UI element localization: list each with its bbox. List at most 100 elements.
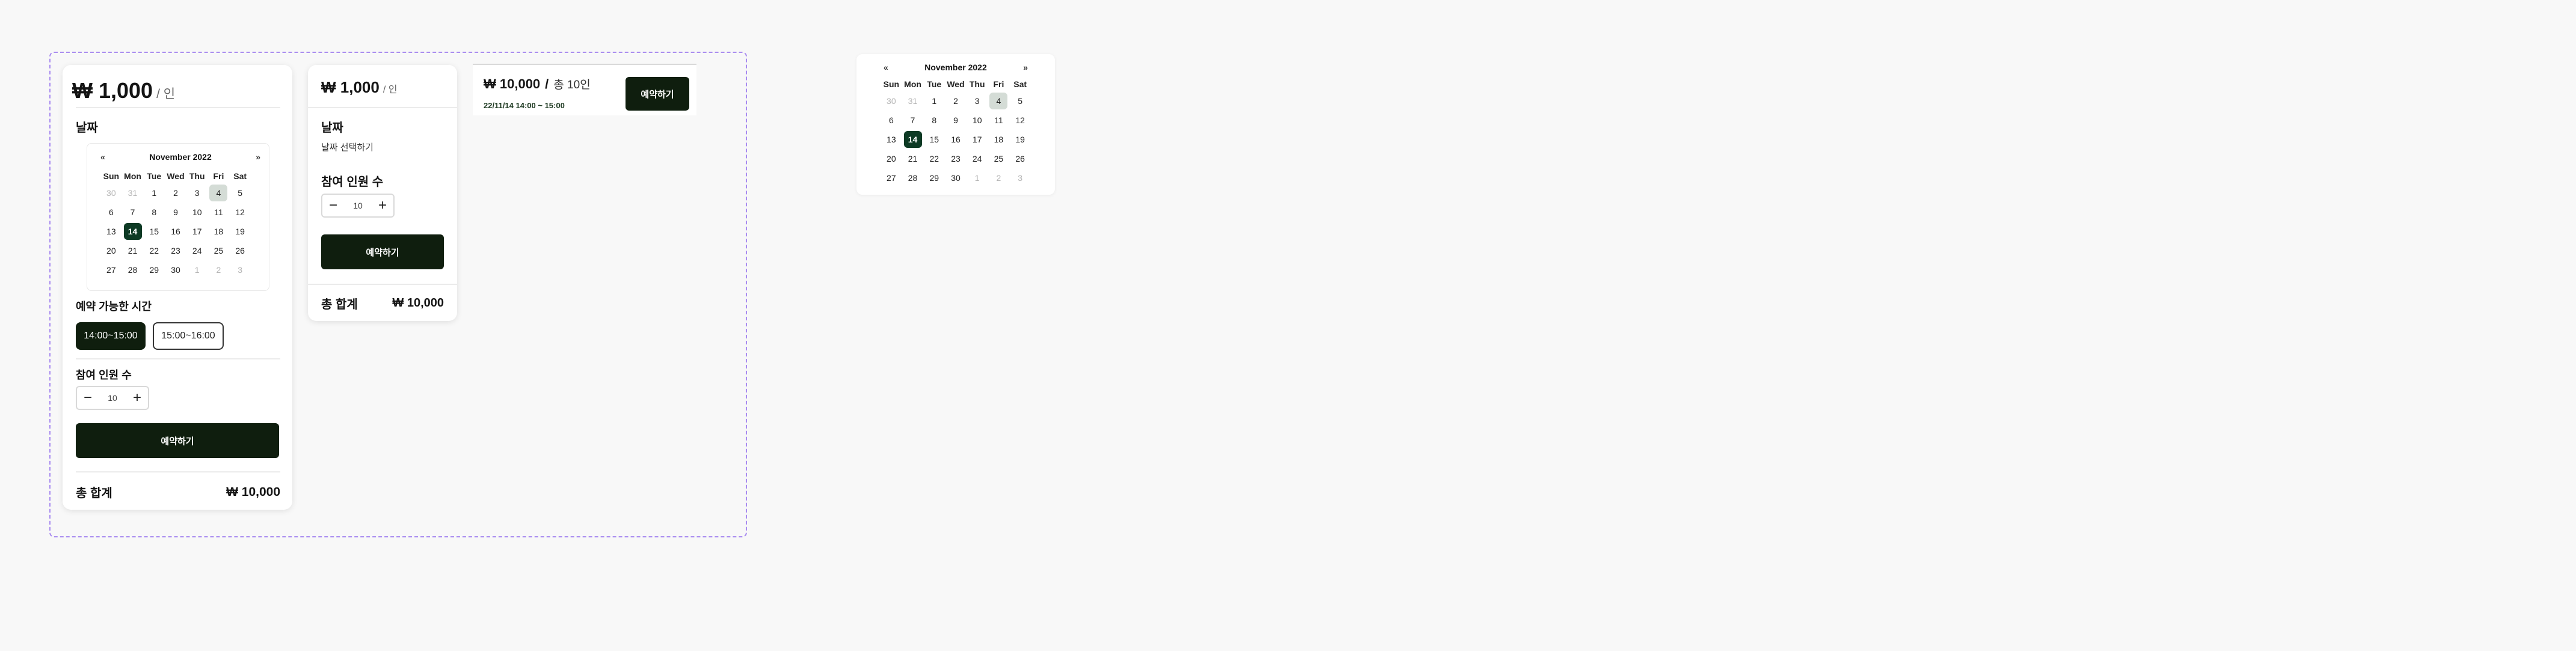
calendar-day[interactable]: 3 bbox=[1011, 170, 1029, 186]
calendar-day[interactable]: 10 bbox=[968, 112, 986, 129]
book-button[interactable]: 예약하기 bbox=[321, 234, 444, 269]
calendar-day[interactable]: 7 bbox=[904, 112, 922, 129]
calendar-day-selected[interactable]: 14 bbox=[123, 223, 142, 240]
calendar-day[interactable]: 6 bbox=[882, 112, 900, 129]
book-button[interactable]: 예약하기 bbox=[76, 423, 279, 458]
calendar-day[interactable]: 3 bbox=[188, 185, 206, 201]
calendar-cell: 13 bbox=[881, 130, 902, 149]
calendar-day[interactable]: 11 bbox=[989, 112, 1007, 129]
calendar-day[interactable]: 12 bbox=[1011, 112, 1029, 129]
total-row: 총 합계 ₩ 10,000 bbox=[76, 483, 280, 501]
calendar-cell: 2 bbox=[165, 183, 186, 203]
calendar-day[interactable]: 17 bbox=[968, 131, 986, 148]
calendar-day[interactable]: 15 bbox=[145, 223, 163, 240]
calendar-day[interactable]: 26 bbox=[1011, 150, 1029, 167]
calendar-day[interactable]: 1 bbox=[145, 185, 163, 201]
calendar-day-today[interactable]: 4 bbox=[209, 185, 228, 201]
calendar-day[interactable]: 27 bbox=[102, 261, 120, 278]
calendar-day[interactable]: 30 bbox=[882, 93, 900, 109]
calendar-day[interactable]: 18 bbox=[209, 223, 227, 240]
calendar-cell: 13 bbox=[100, 222, 122, 241]
calendar-day[interactable]: 25 bbox=[209, 242, 227, 259]
calendar-cell: 5 bbox=[1009, 91, 1031, 111]
calendar-day[interactable]: 28 bbox=[124, 261, 142, 278]
calendar-day[interactable]: 7 bbox=[124, 204, 142, 221]
calendar-day[interactable]: 31 bbox=[124, 185, 142, 201]
calendar-day[interactable]: 6 bbox=[102, 204, 120, 221]
next-month-button[interactable]: » bbox=[256, 152, 260, 162]
calendar-cell: 30 bbox=[100, 183, 122, 203]
calendar-day[interactable]: 24 bbox=[968, 150, 986, 167]
calendar-day[interactable]: 29 bbox=[145, 261, 163, 278]
calendar-day[interactable]: 3 bbox=[968, 93, 986, 109]
calendar-day[interactable]: 8 bbox=[925, 112, 943, 129]
summary-slash: / bbox=[545, 76, 549, 91]
calendar-day[interactable]: 2 bbox=[947, 93, 965, 109]
calendar-day[interactable]: 25 bbox=[989, 150, 1007, 167]
calendar-day[interactable]: 8 bbox=[145, 204, 163, 221]
calendar-day[interactable]: 17 bbox=[188, 223, 206, 240]
calendar-day[interactable]: 28 bbox=[904, 170, 922, 186]
weekday-label: Thu bbox=[189, 171, 205, 181]
calendar-day[interactable]: 23 bbox=[167, 242, 185, 259]
calendar-day[interactable]: 16 bbox=[947, 131, 965, 148]
calendar-day[interactable]: 27 bbox=[882, 170, 900, 186]
plus-button[interactable]: + bbox=[126, 387, 148, 409]
calendar-day[interactable]: 30 bbox=[102, 185, 120, 201]
calendar-day[interactable]: 11 bbox=[209, 204, 227, 221]
calendar-day[interactable]: 2 bbox=[989, 170, 1007, 186]
calendar-day[interactable]: 9 bbox=[167, 204, 185, 221]
calendar-day[interactable]: 3 bbox=[231, 261, 249, 278]
calendar-day[interactable]: 10 bbox=[188, 204, 206, 221]
calendar-day[interactable]: 18 bbox=[989, 131, 1007, 148]
prev-month-button[interactable]: « bbox=[100, 152, 105, 162]
calendar-day[interactable]: 22 bbox=[145, 242, 163, 259]
calendar-day[interactable]: 24 bbox=[188, 242, 206, 259]
date-select-link[interactable]: 날짜 선택하기 bbox=[321, 141, 373, 153]
calendar-day[interactable]: 15 bbox=[925, 131, 943, 148]
calendar-day[interactable]: 30 bbox=[947, 170, 965, 186]
calendar-day[interactable]: 13 bbox=[102, 223, 120, 240]
calendar-day[interactable]: 1 bbox=[968, 170, 986, 186]
calendar-day[interactable]: 2 bbox=[167, 185, 185, 201]
time-slot-button[interactable]: 15:00~16:00 bbox=[153, 322, 224, 350]
book-button[interactable]: 예약하기 bbox=[626, 77, 689, 111]
people-count-value[interactable]: 10 bbox=[344, 201, 372, 210]
prev-month-button[interactable]: « bbox=[884, 63, 888, 72]
calendar-day[interactable]: 31 bbox=[904, 93, 922, 109]
people-count-value[interactable]: 10 bbox=[99, 393, 126, 403]
calendar-day[interactable]: 9 bbox=[947, 112, 965, 129]
next-month-button[interactable]: » bbox=[1023, 63, 1028, 72]
calendar-cell: 23 bbox=[165, 241, 186, 260]
calendar-day[interactable]: 2 bbox=[209, 261, 227, 278]
minus-button[interactable]: − bbox=[77, 387, 99, 409]
calendar-month-label: November 2022 bbox=[924, 63, 987, 72]
calendar-day[interactable]: 22 bbox=[925, 150, 943, 167]
minus-button[interactable]: − bbox=[322, 195, 344, 216]
calendar-cell: 15 bbox=[923, 130, 945, 149]
calendar-day[interactable]: 16 bbox=[167, 223, 185, 240]
plus-button[interactable]: + bbox=[372, 195, 393, 216]
calendar-day[interactable]: 21 bbox=[124, 242, 142, 259]
calendar-day-selected[interactable]: 14 bbox=[903, 131, 922, 148]
calendar-cell: 1 bbox=[923, 91, 945, 111]
calendar-day[interactable]: 13 bbox=[882, 131, 900, 148]
calendar-day[interactable]: 19 bbox=[1011, 131, 1029, 148]
calendar-day[interactable]: 29 bbox=[925, 170, 943, 186]
time-slot-button[interactable]: 14:00~15:00 bbox=[76, 322, 146, 350]
calendar-day[interactable]: 1 bbox=[188, 261, 206, 278]
calendar-day[interactable]: 5 bbox=[1011, 93, 1029, 109]
divider bbox=[76, 358, 280, 359]
calendar-day[interactable]: 1 bbox=[925, 93, 943, 109]
calendar-day[interactable]: 26 bbox=[231, 242, 249, 259]
calendar-day[interactable]: 19 bbox=[231, 223, 249, 240]
calendar-day[interactable]: 20 bbox=[102, 242, 120, 259]
calendar-day-today[interactable]: 4 bbox=[989, 93, 1008, 109]
calendar-day[interactable]: 30 bbox=[167, 261, 185, 278]
calendar-day[interactable]: 20 bbox=[882, 150, 900, 167]
calendar-day[interactable]: 12 bbox=[231, 204, 249, 221]
calendar-day[interactable]: 21 bbox=[904, 150, 922, 167]
calendar-cell: 3 bbox=[186, 183, 208, 203]
calendar-day[interactable]: 5 bbox=[231, 185, 249, 201]
calendar-day[interactable]: 23 bbox=[947, 150, 965, 167]
